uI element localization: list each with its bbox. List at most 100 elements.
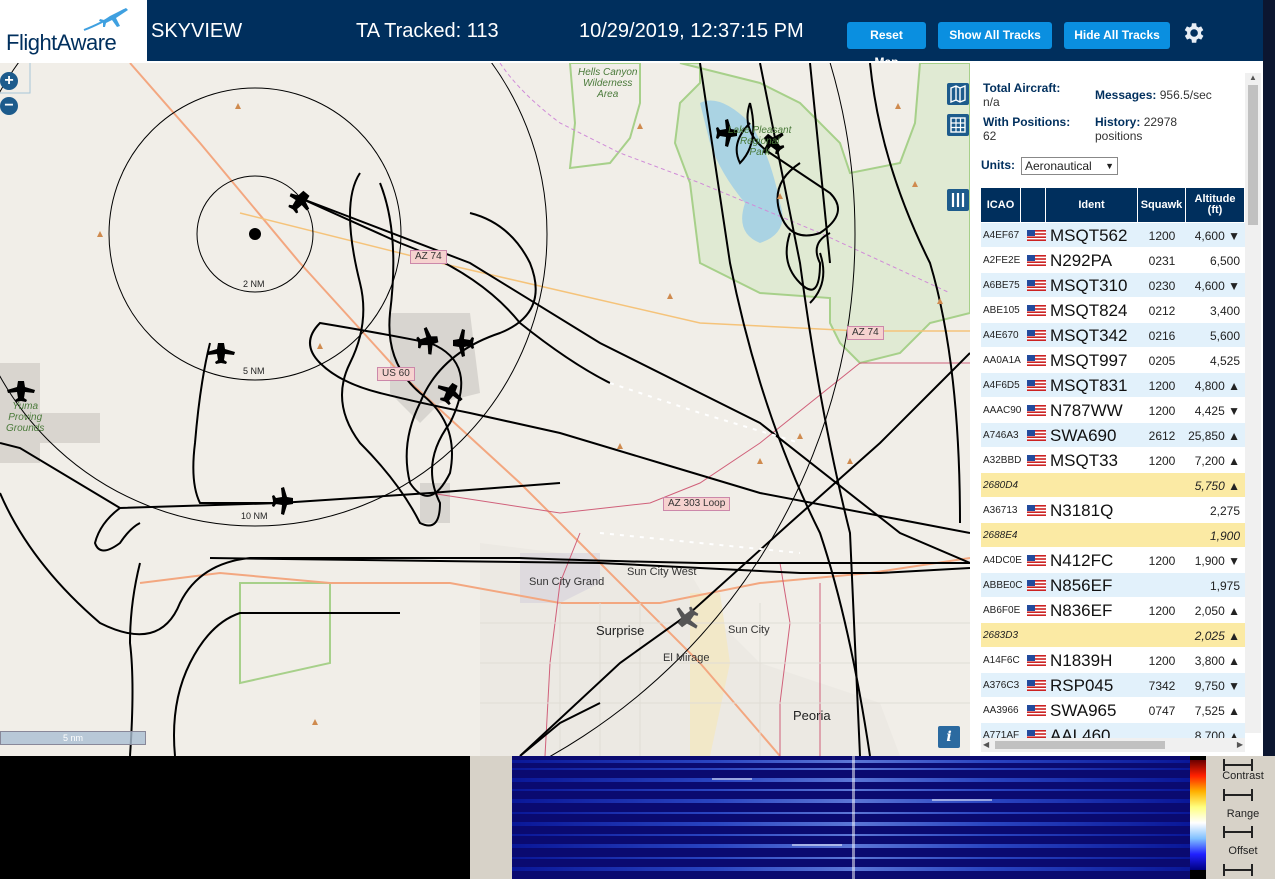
history-label: History:	[1095, 115, 1141, 129]
table-row[interactable]: 2688E4 1,900	[981, 523, 1245, 548]
route-road	[429, 362, 970, 514]
table-row[interactable]: AA3966 SWA965 0747 7,525 ▲	[981, 698, 1245, 723]
cell-squawk: 0230	[1148, 279, 1176, 293]
columns-icon	[951, 193, 965, 207]
col-squawk[interactable]: Squawk	[1138, 188, 1186, 222]
cell-icao: ABE105	[983, 305, 1020, 316]
cell-altitude: 6,500	[1209, 254, 1240, 268]
cell-squawk: 0212	[1148, 304, 1176, 318]
desktop-edge	[1263, 0, 1275, 756]
spectrum-waterfall[interactable]	[512, 756, 1190, 879]
shield-us60: US 60	[377, 367, 415, 381]
table-horizontal-scrollbar[interactable]: ◀ ▶	[981, 738, 1245, 752]
cell-altitude: 25,850 ▲	[1188, 429, 1240, 443]
cell-altitude: 1,900 ▼	[1194, 554, 1240, 568]
label-hells-canyon: Hells Canyon Wilderness Area	[578, 67, 638, 100]
cell-icao: A36713	[983, 505, 1018, 516]
col-ident[interactable]: Ident	[1046, 188, 1138, 222]
table-row[interactable]: A4F6D5 MSQT831 1200 4,800 ▲	[981, 373, 1245, 398]
table-row[interactable]: 2683D3 2,025 ▲	[981, 623, 1245, 648]
map-canvas[interactable]	[0, 63, 970, 756]
extra-slider[interactable]	[1223, 864, 1253, 876]
cell-icao: A6BE75	[983, 280, 1020, 291]
label-sun-city: Sun City	[728, 624, 770, 636]
cell-squawk: 1200	[1148, 604, 1176, 618]
label-peoria: Peoria	[793, 708, 831, 723]
total-aircraft-label: Total Aircraft:	[983, 81, 1061, 95]
cell-icao: ABBE0C	[983, 580, 1023, 591]
cell-squawk: 7342	[1148, 679, 1176, 693]
us-flag-icon	[1027, 330, 1046, 341]
ring-label-10nm: 10 NM	[241, 511, 268, 521]
info-button[interactable]: i	[938, 726, 960, 748]
units-select[interactable]: Aeronautical ▼	[1021, 157, 1118, 175]
us-flag-icon	[1027, 305, 1046, 316]
panel-vertical-scrollbar[interactable]: ▲	[1245, 73, 1261, 733]
table-row[interactable]: A746A3 SWA690 2612 25,850 ▲	[981, 423, 1245, 448]
show-all-tracks-button[interactable]: Show All Tracks	[938, 22, 1052, 49]
table-row[interactable]: A4EF67 MSQT562 1200 4,600 ▼	[981, 223, 1245, 248]
table-row[interactable]: A36713 N3181Q 2,275	[981, 498, 1245, 523]
columns-toggle-icon[interactable]	[947, 189, 969, 211]
gear-icon[interactable]	[1180, 20, 1206, 46]
track-gaps	[599, 382, 801, 554]
datetime: 10/29/2019, 12:37:15 PM	[579, 20, 804, 42]
col-flag[interactable]	[1021, 188, 1046, 222]
offset-label: Offset	[1228, 845, 1258, 857]
flightaware-logo[interactable]: FlightAware	[0, 0, 147, 63]
grid-toggle-icon[interactable]	[947, 114, 969, 136]
scroll-left-icon[interactable]: ◀	[983, 740, 989, 749]
cell-icao: A4E670	[983, 330, 1019, 341]
table-row[interactable]: A4E670 MSQT342 0216 5,600	[981, 323, 1245, 348]
table-row[interactable]: ABBE0C N856EF 1,975	[981, 573, 1245, 598]
table-row[interactable]: AAAC90 N787WW 1200 4,425 ▼	[981, 398, 1245, 423]
table-row[interactable]: A2FE2E N292PA 0231 6,500	[981, 248, 1245, 273]
aircraft-panel: Total Aircraft: n/a Messages: 956.5/sec …	[970, 63, 1263, 756]
table-row[interactable]: A4DC0E N412FC 1200 1,900 ▼	[981, 548, 1245, 573]
us-flag-icon	[1027, 230, 1046, 241]
table-row[interactable]: 2680D4 5,750 ▲	[981, 473, 1245, 498]
cell-ident: SWA690	[1050, 426, 1117, 445]
scale-bar: 5 nm	[0, 731, 146, 745]
scroll-up-icon[interactable]: ▲	[1249, 73, 1257, 82]
units-label: Units:	[981, 158, 1015, 172]
range-label: Range	[1226, 808, 1260, 820]
range-slider[interactable]	[1223, 789, 1253, 801]
vertical-scroll-thumb[interactable]	[1248, 85, 1258, 225]
ring-label-2nm: 2 NM	[243, 279, 265, 289]
map-layers-icon[interactable]	[947, 83, 969, 105]
horizontal-scroll-thumb[interactable]	[995, 741, 1165, 749]
cell-altitude: 1,975	[1209, 579, 1240, 593]
color-scale-bar	[1190, 760, 1206, 870]
table-row[interactable]: A32BBD MSQT33 1200 7,200 ▲	[981, 448, 1245, 473]
history-unit: positions	[1095, 129, 1143, 143]
cell-altitude: 1,900	[1209, 529, 1240, 543]
with-positions-value: 62	[983, 129, 997, 143]
reset-map-button[interactable]: Reset Map	[847, 22, 926, 69]
cell-icao: A4F6D5	[983, 380, 1020, 391]
table-row[interactable]: AA0A1A MSQT997 0205 4,525	[981, 348, 1245, 373]
label-sun-city-grand: Sun City Grand	[529, 576, 605, 588]
grid-icon	[950, 117, 966, 133]
cell-ident: N787WW	[1050, 401, 1123, 420]
col-altitude[interactable]: Altitude (ft)	[1186, 188, 1245, 222]
messages-value: 956.5/sec	[1159, 88, 1212, 102]
zoom-out-button[interactable]: −	[0, 97, 18, 115]
zoom-in-button[interactable]: +	[0, 72, 18, 90]
table-row[interactable]: A376C3 RSP045 7342 9,750 ▼	[981, 673, 1245, 698]
table-row[interactable]: A14F6C N1839H 1200 3,800 ▲	[981, 648, 1245, 673]
col-icao[interactable]: ICAO	[981, 188, 1021, 222]
table-row[interactable]: ABE105 MSQT824 0212 3,400	[981, 298, 1245, 323]
cell-icao: 2688E4	[983, 530, 1018, 541]
cell-altitude: 4,600 ▼	[1194, 279, 1240, 293]
cell-icao: A14F6C	[983, 655, 1020, 666]
window-frame	[470, 756, 512, 879]
cell-squawk: 1200	[1148, 379, 1176, 393]
scroll-right-icon[interactable]: ▶	[1237, 740, 1243, 749]
table-row[interactable]: AB6F0E N836EF 1200 2,050 ▲	[981, 598, 1245, 623]
hide-all-tracks-button[interactable]: Hide All Tracks	[1064, 22, 1170, 49]
offset-slider[interactable]	[1223, 826, 1253, 838]
map-view[interactable]: + − 2 NM 5 NM 10 NM Hells Canyon Wildern…	[0, 63, 970, 756]
cell-ident: MSQT33	[1050, 451, 1119, 470]
table-row[interactable]: A6BE75 MSQT310 0230 4,600 ▼	[981, 273, 1245, 298]
